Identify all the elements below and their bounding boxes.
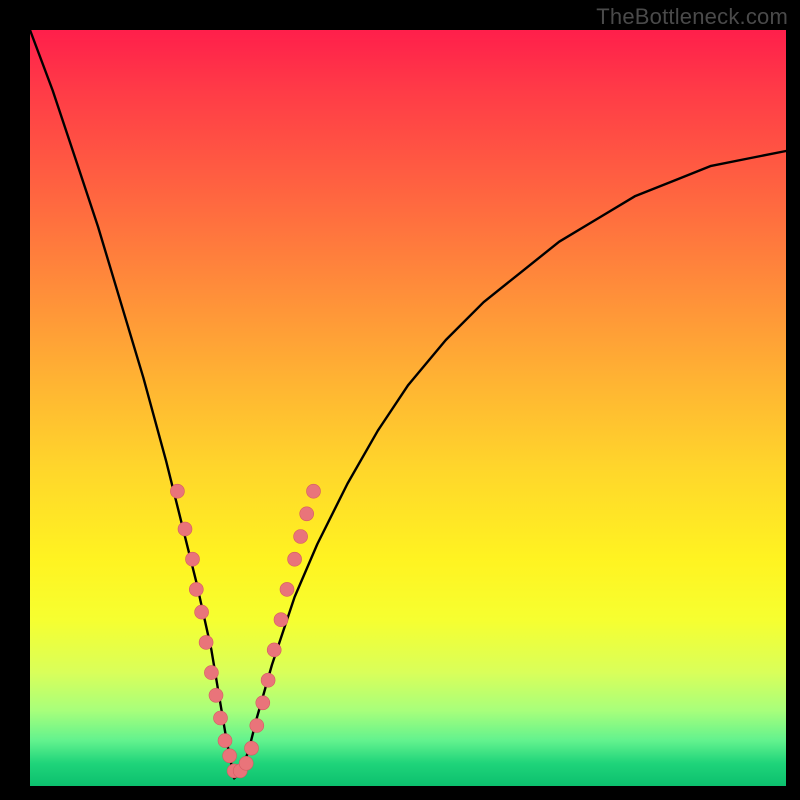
highlight-points-group: [170, 484, 320, 778]
highlight-point: [300, 507, 314, 521]
curve-svg: [30, 30, 786, 786]
highlight-point: [274, 613, 288, 627]
highlight-point: [245, 741, 259, 755]
highlight-point: [195, 605, 209, 619]
highlight-point: [307, 484, 321, 498]
plot-area: [30, 30, 786, 786]
highlight-point: [288, 552, 302, 566]
highlight-point: [261, 673, 275, 687]
highlight-point: [204, 666, 218, 680]
watermark-text: TheBottleneck.com: [596, 4, 788, 30]
highlight-point: [267, 643, 281, 657]
highlight-point: [256, 696, 270, 710]
highlight-point: [294, 530, 308, 544]
highlight-point: [186, 552, 200, 566]
highlight-point: [170, 484, 184, 498]
highlight-point: [209, 688, 223, 702]
highlight-point: [223, 749, 237, 763]
highlight-point: [178, 522, 192, 536]
highlight-point: [214, 711, 228, 725]
chart-frame: TheBottleneck.com: [0, 0, 800, 800]
highlight-point: [189, 582, 203, 596]
highlight-point: [250, 719, 264, 733]
bottleneck-curve: [30, 30, 786, 778]
highlight-point: [218, 734, 232, 748]
highlight-point: [199, 635, 213, 649]
highlight-point: [239, 756, 253, 770]
highlight-point: [280, 582, 294, 596]
